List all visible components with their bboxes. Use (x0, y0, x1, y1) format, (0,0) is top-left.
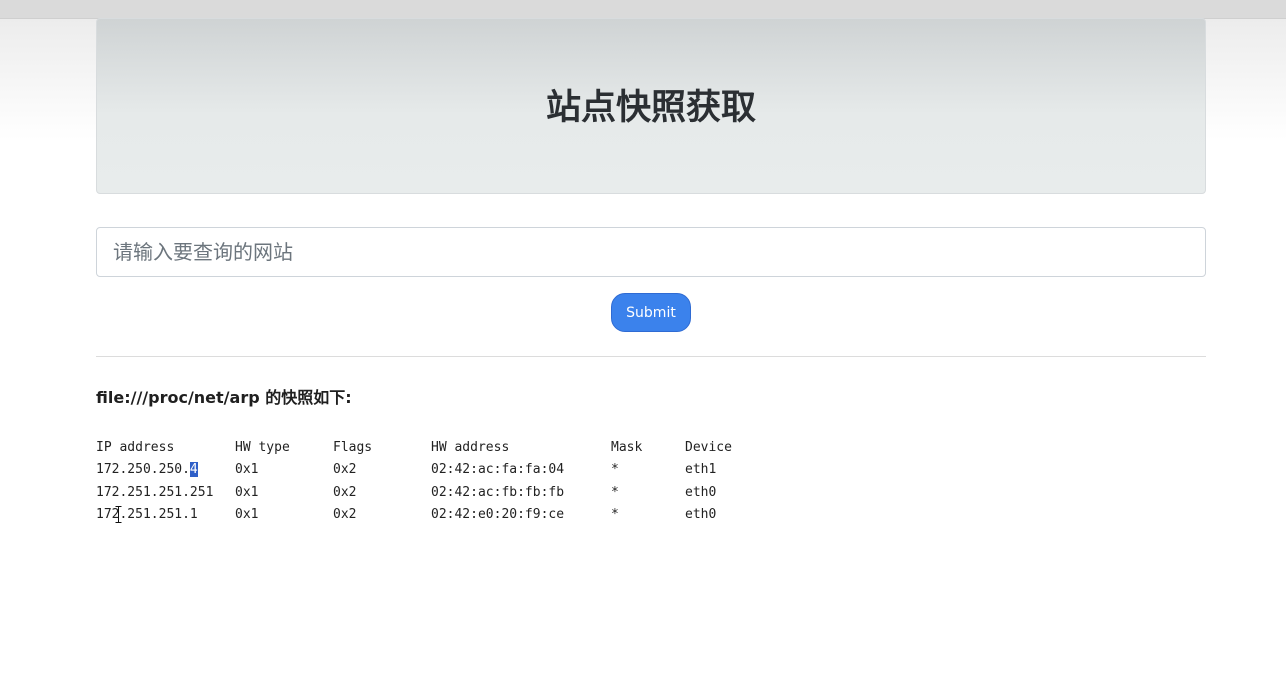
col-header-ip: IP address (96, 440, 175, 455)
arp-flags: 0x2 (333, 462, 357, 478)
arp-mask: * (611, 506, 619, 522)
arp-row: 172.250.250.4 0x1 0x2 02:42:ac:fa:fa:04 … (96, 459, 1206, 481)
arp-mask: * (611, 462, 619, 478)
text-cursor-icon (115, 506, 122, 523)
header-jumbotron: 站点快照获取 (96, 18, 1206, 194)
main-container: 站点快照获取 Submit file:///proc/net/arp 的快照如下… (96, 0, 1206, 526)
arp-hw-address: 02:42:e0:20:f9:ce (431, 506, 565, 522)
arp-flags: 0x2 (333, 484, 357, 500)
col-header-hw-type: HW type (235, 440, 290, 455)
website-input[interactable] (96, 227, 1206, 277)
arp-hw-type: 0x1 (235, 484, 259, 500)
arp-ip[interactable]: 172.250.250.4 (96, 459, 198, 481)
col-header-mask: Mask (611, 440, 643, 455)
arp-ip: 172.251.251.1 (96, 506, 198, 522)
selected-text: 4 (189, 462, 198, 478)
arp-device: eth0 (685, 506, 717, 522)
col-header-device: Device (685, 440, 732, 455)
col-header-hw-address: HW address (431, 440, 510, 455)
arp-device: eth0 (685, 484, 717, 500)
submit-button[interactable]: Submit (611, 293, 691, 332)
arp-hw-address: 02:42:ac:fb:fb:fb (431, 484, 565, 500)
arp-hw-address: 02:42:ac:fa:fa:04 (431, 462, 565, 478)
arp-ip-prefix: 172.250.250. (96, 462, 190, 478)
col-header-flags: Flags (333, 440, 373, 455)
arp-header-row: IP address HW type Flags HW address Mask… (96, 437, 1206, 459)
arp-device: eth1 (685, 462, 717, 478)
arp-row: 172.251.251.251 0x1 0x2 02:42:ac:fb:fb:f… (96, 482, 1206, 504)
submit-row: Submit (96, 293, 1206, 332)
arp-row: 172.251.251.1 0x1 0x2 02:42:e0:20:f9:ce … (96, 504, 1206, 526)
arp-hw-type: 0x1 (235, 506, 259, 522)
arp-mask: * (611, 484, 619, 500)
divider (96, 356, 1206, 357)
result-title: file:///proc/net/arp 的快照如下: (96, 388, 352, 407)
arp-flags: 0x2 (333, 506, 357, 522)
arp-ip: 172.251.251.251 (96, 484, 214, 500)
page-title: 站点快照获取 (545, 87, 756, 128)
arp-hw-type: 0x1 (235, 462, 259, 478)
arp-table: IP address HW type Flags HW address Mask… (96, 437, 1206, 526)
